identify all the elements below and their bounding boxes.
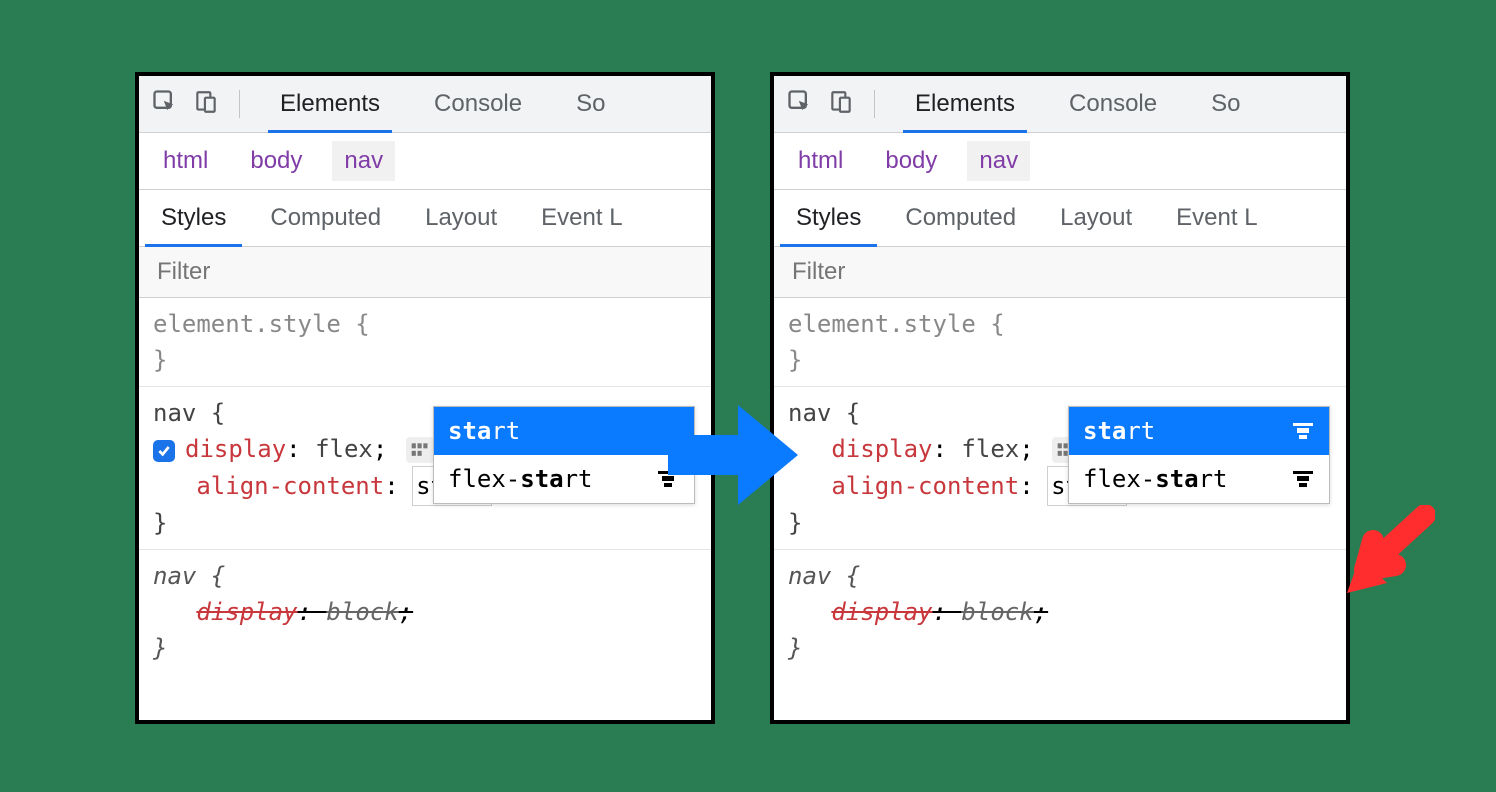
property-name[interactable]: display (831, 435, 932, 463)
callout-arrow-icon (1335, 505, 1435, 610)
property-name[interactable]: display (196, 598, 297, 626)
rule-divider (774, 549, 1346, 550)
align-start-icon (1291, 422, 1315, 440)
align-start-icon (1291, 470, 1315, 488)
rule-divider (774, 386, 1346, 387)
nav-rule[interactable]: nav { display: flex; align-content: star… (788, 395, 1332, 541)
flex-editor-icon[interactable] (406, 437, 434, 463)
breadcrumb-html[interactable]: html (786, 141, 855, 181)
property-value[interactable]: block (961, 598, 1033, 626)
autocomplete-popup: start flex-start (433, 406, 695, 504)
devtools-panel-after: Elements Console So html body nav Styles… (770, 72, 1350, 724)
autocomplete-popup: start flex-start (1068, 406, 1330, 504)
selector-text: nav (788, 562, 831, 590)
filter-input[interactable] (139, 257, 711, 287)
subtab-computed[interactable]: Computed (883, 190, 1038, 246)
property-value[interactable]: flex (961, 435, 1019, 463)
overridden-rule[interactable]: nav { display: block; } (153, 558, 697, 666)
element-style-rule[interactable]: element.style { } (788, 306, 1332, 378)
breadcrumb-nav[interactable]: nav (332, 141, 395, 181)
toolbar-divider (239, 90, 240, 118)
filter-bar (774, 247, 1346, 298)
element-style-rule[interactable]: element.style { } (153, 306, 697, 378)
tab-console[interactable]: Console (414, 76, 542, 132)
filter-bar (139, 247, 711, 298)
device-toggle-icon[interactable] (828, 89, 854, 120)
device-toggle-icon[interactable] (193, 89, 219, 120)
property-name[interactable]: display (831, 598, 932, 626)
devtools-panel-before: Elements Console So html body nav Styles… (135, 72, 715, 724)
breadcrumb-html[interactable]: html (151, 141, 220, 181)
nav-rule[interactable]: nav { display: flex; align-content: star… (153, 395, 697, 541)
selector-text: element.style (153, 310, 341, 338)
styles-subtabs: Styles Computed Layout Event L (774, 190, 1346, 247)
devtools-toolbar: Elements Console So (139, 76, 711, 133)
subtab-event-listeners-truncated[interactable]: Event L (1154, 190, 1279, 246)
subtab-styles[interactable]: Styles (774, 190, 883, 246)
subtab-layout[interactable]: Layout (1038, 190, 1154, 246)
selector-text: nav (153, 562, 196, 590)
subtab-event-listeners-truncated[interactable]: Event L (519, 190, 644, 246)
filter-input[interactable] (774, 257, 1346, 287)
overridden-rule[interactable]: nav { display: block; } (788, 558, 1332, 666)
subtab-layout[interactable]: Layout (403, 190, 519, 246)
subtab-computed[interactable]: Computed (248, 190, 403, 246)
property-value[interactable]: block (326, 598, 398, 626)
property-name[interactable]: align-content (831, 472, 1019, 500)
selector-text: nav (153, 399, 196, 427)
inspect-icon[interactable] (786, 88, 814, 121)
property-enable-checkbox[interactable] (153, 440, 175, 462)
tab-sources-truncated[interactable]: So (556, 76, 625, 132)
rule-divider (139, 549, 711, 550)
property-value[interactable]: flex (315, 435, 373, 463)
tab-elements[interactable]: Elements (895, 76, 1035, 132)
property-name[interactable]: align-content (196, 472, 384, 500)
autocomplete-item[interactable]: flex-start (434, 455, 694, 503)
tab-console[interactable]: Console (1049, 76, 1177, 132)
selector-text: element.style (788, 310, 976, 338)
styles-pane: element.style { } nav { display: flex; a… (774, 298, 1346, 674)
tab-elements[interactable]: Elements (260, 76, 400, 132)
breadcrumb: html body nav (139, 133, 711, 190)
autocomplete-item[interactable]: flex-start (1069, 455, 1329, 503)
autocomplete-item[interactable]: start (1069, 407, 1329, 455)
property-name[interactable]: display (185, 435, 286, 463)
styles-pane: element.style { } nav { display: flex; a… (139, 298, 711, 674)
breadcrumb-nav[interactable]: nav (967, 141, 1030, 181)
styles-subtabs: Styles Computed Layout Event L (139, 190, 711, 247)
toolbar-divider (874, 90, 875, 118)
tab-sources-truncated[interactable]: So (1191, 76, 1260, 132)
devtools-toolbar: Elements Console So (774, 76, 1346, 133)
breadcrumb: html body nav (774, 133, 1346, 190)
breadcrumb-body[interactable]: body (238, 141, 314, 181)
autocomplete-item[interactable]: start (434, 407, 694, 455)
inspect-icon[interactable] (151, 88, 179, 121)
rule-divider (139, 386, 711, 387)
breadcrumb-body[interactable]: body (873, 141, 949, 181)
subtab-styles[interactable]: Styles (139, 190, 248, 246)
transition-arrow-icon (668, 400, 798, 515)
